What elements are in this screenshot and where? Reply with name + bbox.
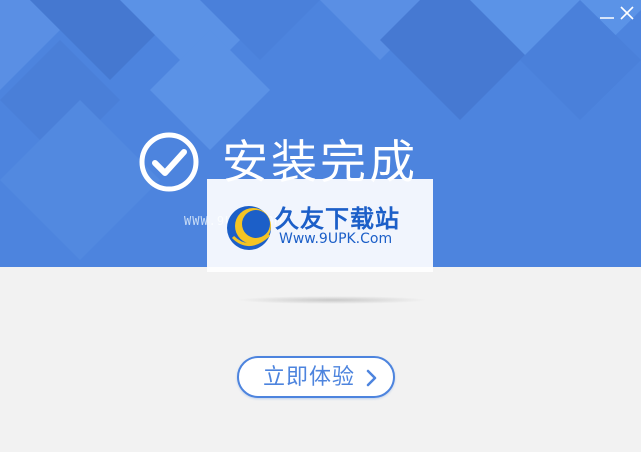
minimize-icon <box>600 17 614 19</box>
chevron-right-icon <box>366 369 377 387</box>
close-button[interactable] <box>618 4 636 22</box>
watermark-site-url: Www.9UPK.Com <box>279 231 393 247</box>
watermark-overlay: 久友下载站 Www.9UPK.Com <box>207 179 433 272</box>
check-circle-icon <box>139 132 199 192</box>
start-experience-button[interactable]: 立即体验 <box>237 356 395 398</box>
close-icon <box>620 6 634 20</box>
minimize-button[interactable] <box>598 4 616 22</box>
9upk-logo-icon <box>227 206 271 250</box>
installer-window: 安装完成 WWW.9UPK.COM 久友下载站 Www.9UPK.Com 立即体… <box>0 0 641 452</box>
watermark-site-name: 久友下载站 <box>275 205 400 233</box>
title-shadow <box>236 296 428 304</box>
start-experience-label: 立即体验 <box>263 365 356 390</box>
